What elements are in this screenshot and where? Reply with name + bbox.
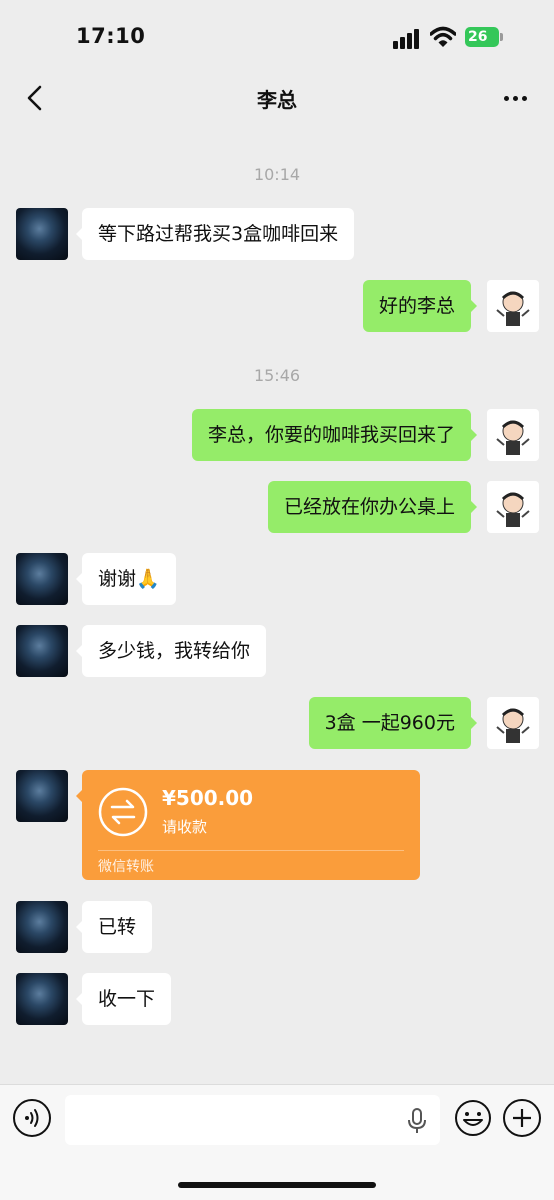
contact-avatar[interactable]: [16, 901, 68, 953]
timestamp: 15:46: [253, 366, 301, 385]
mic-icon[interactable]: [405, 1107, 429, 1135]
cellular-signal-icon: [393, 29, 421, 49]
transfer-source: 微信转账: [98, 859, 154, 875]
message-sent[interactable]: 3盒 一起960元: [308, 697, 478, 749]
self-avatar[interactable]: [487, 481, 539, 533]
battery-icon: 26: [465, 27, 505, 47]
timestamp: 10:14: [253, 165, 301, 184]
contact-avatar[interactable]: [16, 208, 68, 260]
plus-icon: [513, 1109, 531, 1127]
message-sent[interactable]: 好的李总: [362, 280, 478, 332]
message-sent[interactable]: 李总，你要的咖啡我买回来了: [191, 409, 478, 461]
transfer-icon: [98, 787, 148, 837]
status-time: 17:10: [76, 24, 146, 48]
contact-avatar[interactable]: [16, 973, 68, 1025]
message-received[interactable]: 已转: [75, 901, 153, 953]
wifi-icon: [430, 26, 456, 47]
nav-bar: 李总: [0, 70, 554, 126]
message-input[interactable]: [65, 1095, 440, 1145]
self-avatar[interactable]: [487, 280, 539, 332]
self-avatar[interactable]: [487, 697, 539, 749]
message-sent[interactable]: 已经放在你办公桌上: [267, 481, 478, 533]
emoji-icon[interactable]: [454, 1099, 492, 1137]
plus-button[interactable]: [503, 1099, 541, 1137]
message-received[interactable]: 收一下: [75, 973, 172, 1025]
self-avatar[interactable]: [487, 409, 539, 461]
more-dots-icon[interactable]: [500, 84, 532, 112]
chat-title: 李总: [257, 88, 297, 112]
voice-button[interactable]: [13, 1099, 51, 1137]
message-received[interactable]: 多少钱，我转给你: [75, 625, 267, 677]
transfer-card[interactable]: ¥500.00 请收款 微信转账: [76, 770, 420, 880]
transfer-status: 请收款: [162, 818, 208, 836]
status-bar: 17:10 26: [0, 0, 554, 70]
transfer-divider: [98, 850, 404, 851]
battery-level: 26: [465, 27, 499, 47]
transfer-amount: ¥500.00: [162, 786, 254, 810]
contact-avatar[interactable]: [16, 553, 68, 605]
voice-icon: [25, 1109, 39, 1127]
home-indicator: [178, 1182, 376, 1188]
contact-avatar[interactable]: [16, 625, 68, 677]
contact-avatar[interactable]: [16, 770, 68, 822]
message-received[interactable]: 谢谢🙏: [76, 553, 176, 605]
message-received[interactable]: 等下路过帮我买3盒咖啡回来: [75, 208, 355, 260]
